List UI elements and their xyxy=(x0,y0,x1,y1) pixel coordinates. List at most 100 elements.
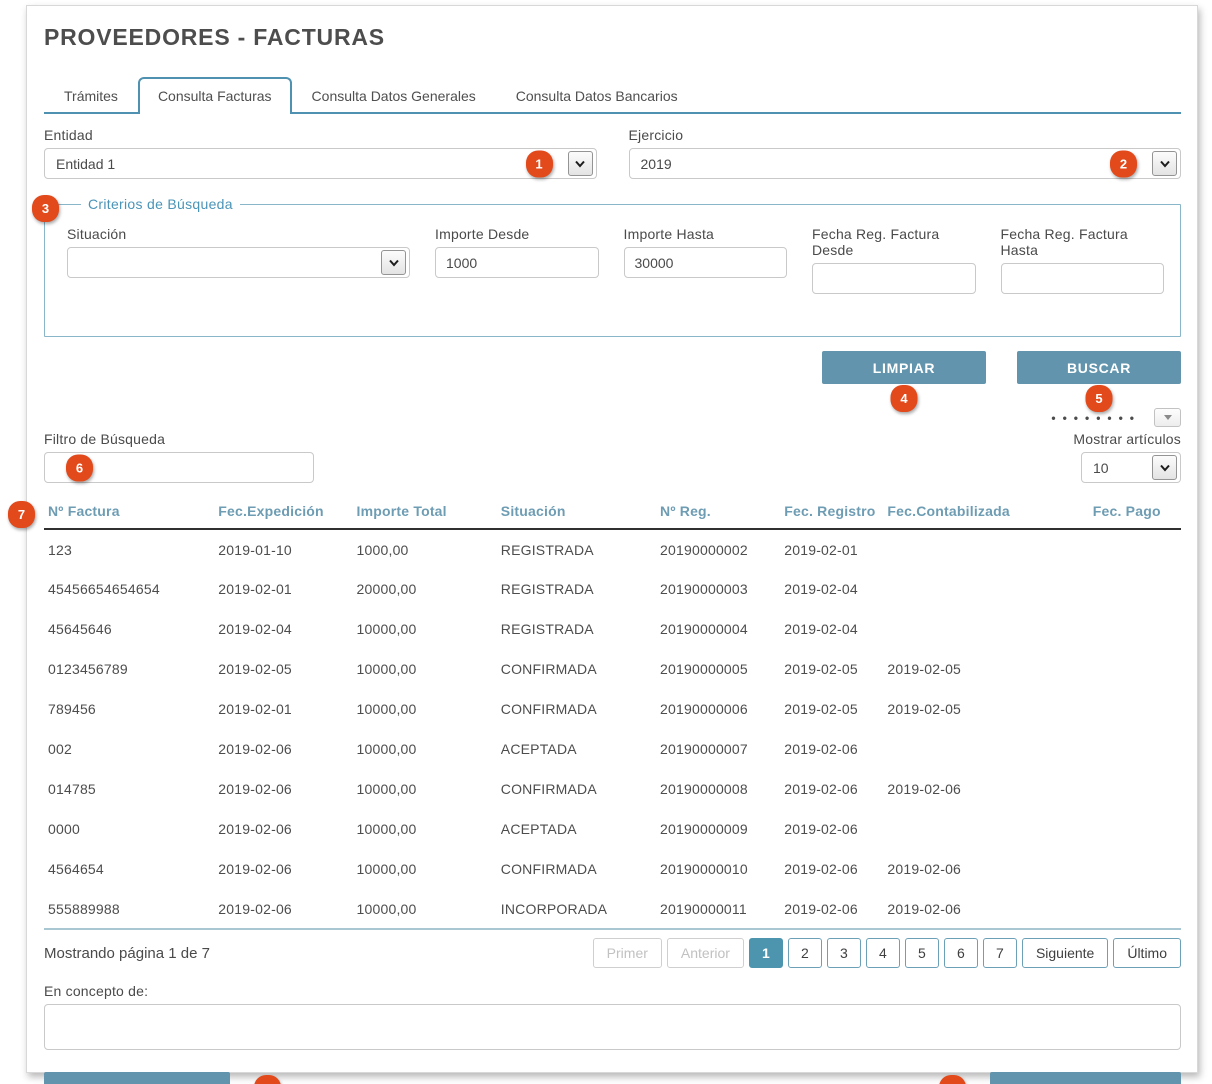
table-row[interactable]: 01234567892019-02-0510000,00CONFIRMADA20… xyxy=(44,649,1181,689)
fecha-desde-input[interactable] xyxy=(812,263,976,294)
limpiar-button[interactable]: LIMPIAR xyxy=(822,351,986,384)
table-cell: 20190000005 xyxy=(660,649,784,689)
annotation-badge-5: 5 xyxy=(1086,385,1113,412)
table-cell: ACEPTADA xyxy=(501,729,660,769)
table-row[interactable]: 1232019-01-101000,00REGISTRADA2019000000… xyxy=(44,529,1181,569)
table-row[interactable]: 45646542019-02-0610000,00CONFIRMADA20190… xyxy=(44,849,1181,889)
col-fec-contabilizada[interactable]: Fec.Contabilizada xyxy=(887,499,1092,529)
concepto-textarea[interactable] xyxy=(44,1004,1181,1050)
cerrar-button[interactable]: CERRAR xyxy=(990,1072,1181,1084)
table-row[interactable]: 5558899882019-02-0610000,00INCORPORADA20… xyxy=(44,889,1181,929)
table-cell xyxy=(1093,889,1181,929)
table-cell xyxy=(887,529,1092,569)
col-n-factura[interactable]: Nº Factura xyxy=(44,499,218,529)
table-cell: REGISTRADA xyxy=(501,529,660,569)
table-row[interactable]: 0022019-02-0610000,00ACEPTADA20190000007… xyxy=(44,729,1181,769)
page-button-7[interactable]: 7 xyxy=(983,938,1017,968)
table-cell xyxy=(1093,609,1181,649)
table-cell: 45456654654654 xyxy=(44,569,218,609)
annotation-badge-1: 1 xyxy=(526,150,553,177)
annotation-badge-8: 8 xyxy=(254,1075,281,1084)
table-cell: 10000,00 xyxy=(357,809,501,849)
fecha-hasta-input[interactable] xyxy=(1001,263,1165,294)
table-cell: 2019-02-04 xyxy=(784,609,887,649)
table-cell: 2019-02-06 xyxy=(218,849,356,889)
table-cell: 2019-02-05 xyxy=(887,649,1092,689)
table-cell xyxy=(887,609,1092,649)
table-row[interactable]: 456456462019-02-0410000,00REGISTRADA2019… xyxy=(44,609,1181,649)
buscar-button[interactable]: BUSCAR xyxy=(1017,351,1181,384)
invoice-table-body: 1232019-01-101000,00REGISTRADA2019000000… xyxy=(44,529,1181,929)
table-cell: 2019-02-06 xyxy=(218,769,356,809)
table-cell: 20190000010 xyxy=(660,849,784,889)
ejercicio-select[interactable]: 2019 xyxy=(629,148,1182,179)
page-title: PROVEEDORES - FACTURAS xyxy=(44,6,1181,51)
page-button-1[interactable]: 1 xyxy=(749,938,783,968)
table-row[interactable]: 0147852019-02-0610000,00CONFIRMADA201900… xyxy=(44,769,1181,809)
table-cell xyxy=(1093,769,1181,809)
table-cell: 10000,00 xyxy=(357,769,501,809)
expedientes-button[interactable]: EXPEDIENTES xyxy=(44,1072,230,1084)
chevron-down-icon[interactable] xyxy=(381,250,406,275)
page-button-6[interactable]: 6 xyxy=(944,938,978,968)
table-cell: 123 xyxy=(44,529,218,569)
page-button-4[interactable]: 4 xyxy=(866,938,900,968)
table-row[interactable]: 7894562019-02-0110000,00CONFIRMADA201900… xyxy=(44,689,1181,729)
chevron-down-icon[interactable] xyxy=(1152,151,1177,176)
tab-tramites[interactable]: Trámites xyxy=(44,77,138,112)
tab-consulta-datos-bancarios[interactable]: Consulta Datos Bancarios xyxy=(496,77,698,112)
search-criteria-fieldset: Criterios de Búsqueda Situación Importe … xyxy=(44,196,1181,337)
entidad-select[interactable]: Entidad 1 xyxy=(44,148,597,179)
page-button-primer[interactable]: Primer xyxy=(593,938,662,968)
table-cell: CONFIRMADA xyxy=(501,649,660,689)
page-button-anterior[interactable]: Anterior xyxy=(667,938,744,968)
ejercicio-value: 2019 xyxy=(641,156,672,172)
table-cell: 2019-02-05 xyxy=(887,689,1092,729)
tab-bar: Trámites Consulta Facturas Consulta Dato… xyxy=(44,77,1181,114)
annotation-badge-9: 9 xyxy=(939,1075,966,1084)
table-cell xyxy=(1093,649,1181,689)
chevron-down-icon[interactable] xyxy=(1152,455,1177,480)
col-situacion[interactable]: Situación xyxy=(501,499,660,529)
ejercicio-label: Ejercicio xyxy=(629,127,1182,143)
table-cell: 4564654 xyxy=(44,849,218,889)
table-cell: 2019-02-06 xyxy=(784,729,887,769)
table-cell: 20190000003 xyxy=(660,569,784,609)
table-cell: 20190000004 xyxy=(660,609,784,649)
table-cell: 2019-01-10 xyxy=(218,529,356,569)
page-button-2[interactable]: 2 xyxy=(788,938,822,968)
table-cell: 20190000011 xyxy=(660,889,784,929)
table-cell: REGISTRADA xyxy=(501,569,660,609)
fecha-hasta-label: Fecha Reg. Factura Hasta xyxy=(1001,226,1165,258)
col-importe-total[interactable]: Importe Total xyxy=(357,499,501,529)
annotation-badge-7: 7 xyxy=(8,501,35,528)
tab-consulta-facturas[interactable]: Consulta Facturas xyxy=(138,77,292,114)
tab-consulta-datos-generales[interactable]: Consulta Datos Generales xyxy=(292,77,496,112)
page-button-3[interactable]: 3 xyxy=(827,938,861,968)
options-dropdown-button[interactable] xyxy=(1154,408,1181,427)
page-button-5[interactable]: 5 xyxy=(905,938,939,968)
table-cell: 2019-02-06 xyxy=(218,729,356,769)
table-cell: CONFIRMADA xyxy=(501,849,660,889)
page-button-siguiente[interactable]: Siguiente xyxy=(1022,938,1108,968)
table-cell: REGISTRADA xyxy=(501,609,660,649)
page-button-último[interactable]: Último xyxy=(1113,938,1181,968)
table-row[interactable]: 00002019-02-0610000,00ACEPTADA2019000000… xyxy=(44,809,1181,849)
table-cell: 20190000002 xyxy=(660,529,784,569)
col-fec-registro[interactable]: Fec. Registro xyxy=(784,499,887,529)
situacion-label: Situación xyxy=(67,226,410,242)
table-cell xyxy=(1093,569,1181,609)
chevron-down-icon[interactable] xyxy=(568,151,593,176)
col-fec-pago[interactable]: Fec. Pago xyxy=(1093,499,1181,529)
table-row[interactable]: 454566546546542019-02-0120000,00REGISTRA… xyxy=(44,569,1181,609)
mostrar-articulos-select[interactable]: 10 xyxy=(1081,452,1181,483)
situacion-select[interactable] xyxy=(67,247,410,278)
table-cell: 2019-02-06 xyxy=(887,769,1092,809)
annotation-badge-3: 3 xyxy=(32,195,59,222)
main-panel: PROVEEDORES - FACTURAS Trámites Consulta… xyxy=(26,5,1198,1073)
search-criteria-legend: Criterios de Búsqueda xyxy=(81,196,240,212)
col-fec-expedicion[interactable]: Fec.Expedición xyxy=(218,499,356,529)
importe-hasta-input[interactable] xyxy=(624,247,788,278)
col-n-reg[interactable]: Nº Reg. xyxy=(660,499,784,529)
importe-desde-input[interactable] xyxy=(435,247,599,278)
